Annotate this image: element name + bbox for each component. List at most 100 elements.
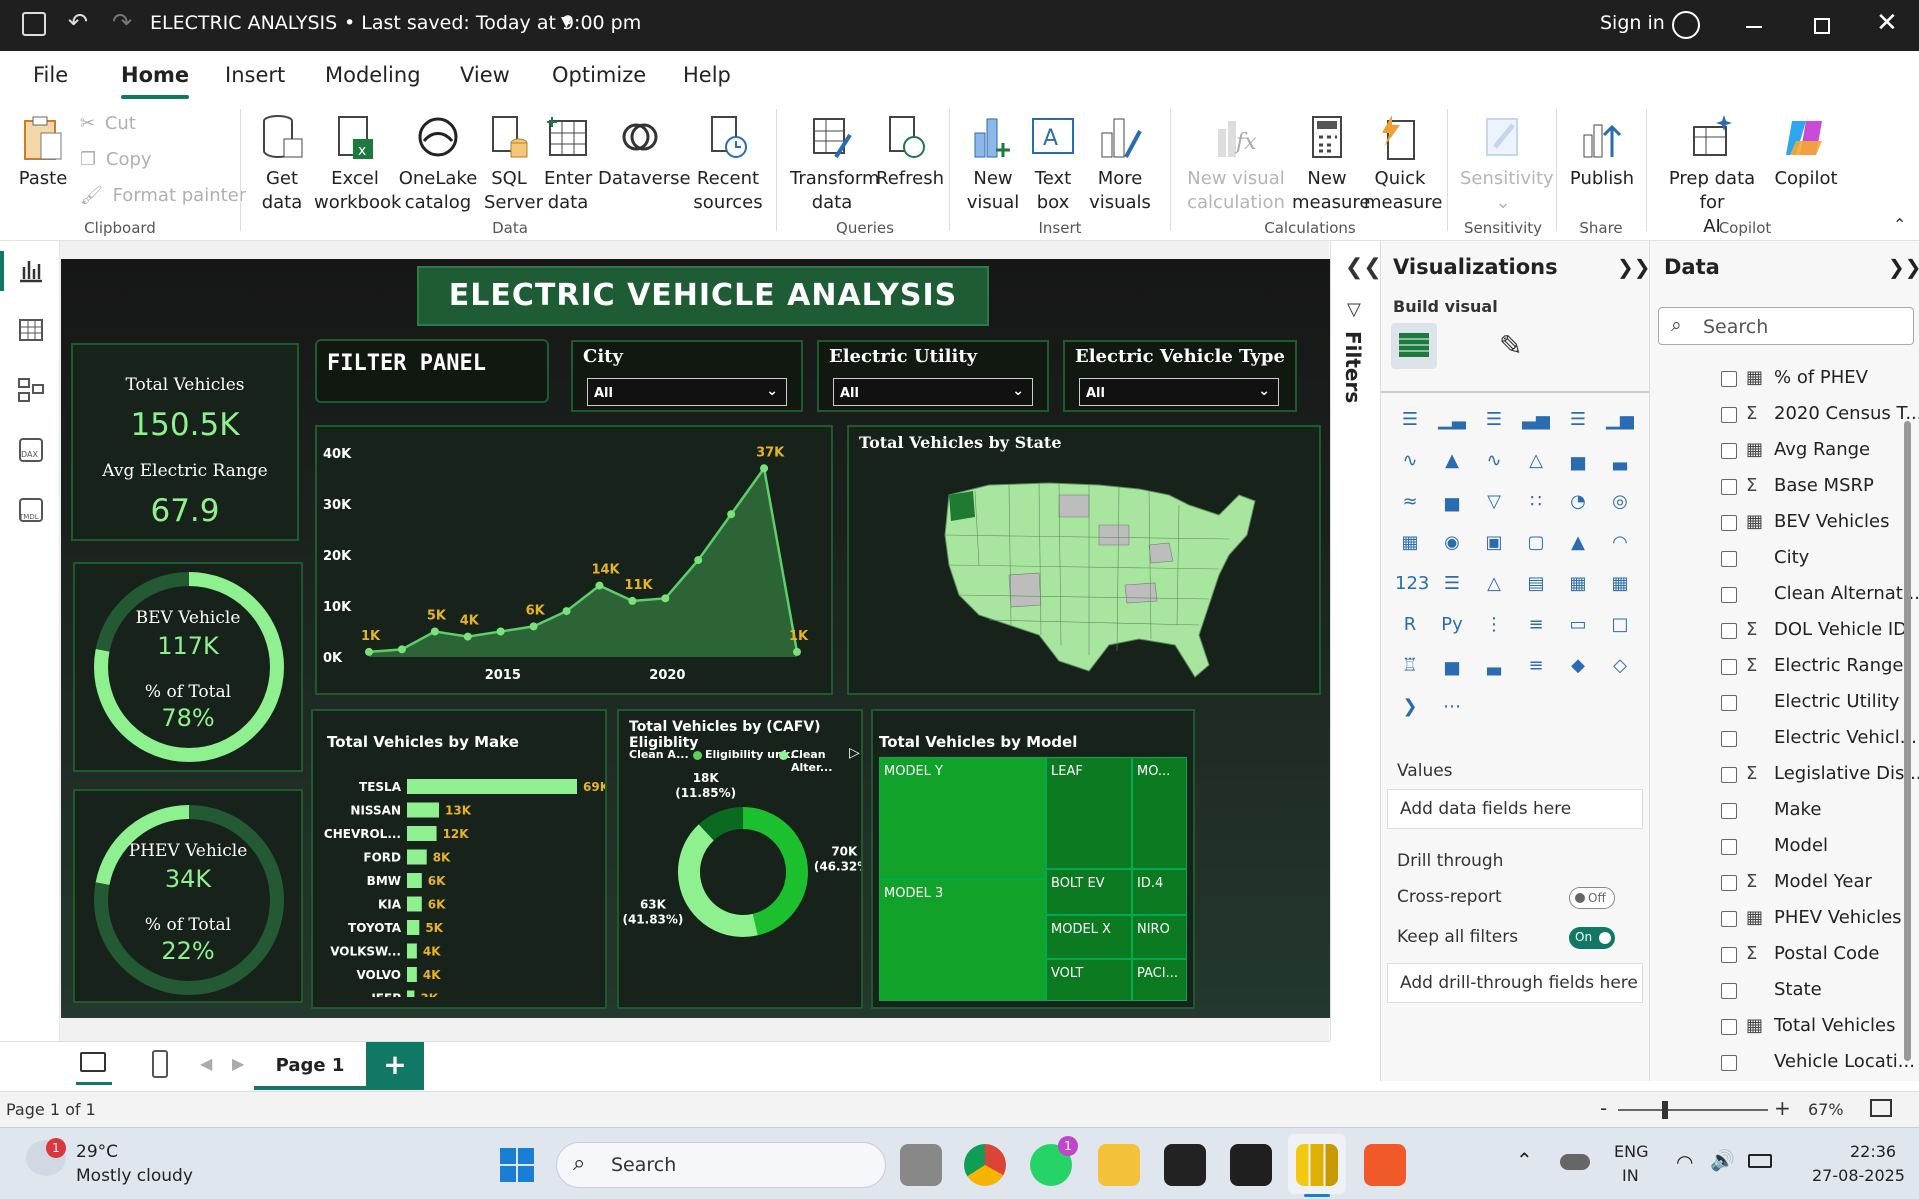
add-data-well[interactable]: Add data fields here (1387, 789, 1643, 829)
bar[interactable] (407, 873, 422, 888)
treemap-cell[interactable]: VOLT (1046, 959, 1132, 1001)
field-name[interactable]: BEV Vehicles (1774, 511, 1890, 532)
field-checkbox[interactable] (1721, 407, 1737, 423)
paste-button[interactable]: Paste (18, 113, 68, 191)
field-name[interactable]: Electric Utility (1774, 691, 1899, 712)
slicer-city-dropdown[interactable]: All ⌄ (587, 378, 787, 406)
visual-type-icon[interactable]: ▭ (1563, 610, 1593, 640)
model-view-icon[interactable] (16, 375, 46, 405)
bar[interactable] (407, 826, 437, 841)
field-checkbox[interactable] (1721, 1019, 1737, 1035)
minimize-icon[interactable] (1746, 26, 1762, 28)
undo-icon[interactable]: ↶ (68, 8, 88, 36)
prev-page-icon[interactable]: ◀ (200, 1054, 212, 1073)
sensitivity-button[interactable]: Sensitivity ⌄ (1460, 113, 1554, 215)
zoom-level[interactable]: 67% (1808, 1100, 1844, 1119)
dataverse-button[interactable]: Dataverse (598, 113, 691, 191)
field-name[interactable]: Legislative Dis... (1774, 763, 1919, 784)
visual-type-icon[interactable]: ▦ (1395, 528, 1425, 558)
battery-icon[interactable] (1748, 1154, 1772, 1168)
field-name[interactable]: PHEV Vehicles (1774, 907, 1902, 928)
field-name[interactable]: Vehicle Locati... (1774, 1051, 1915, 1072)
visual-type-icon[interactable]: ◆ (1563, 651, 1593, 681)
visual-type-icon[interactable]: ▃▅ (1521, 405, 1551, 435)
format-painter-button[interactable]: 🖌 Format painter (80, 185, 246, 206)
visual-type-icon[interactable]: ▽ (1479, 487, 1509, 517)
collapse-data-icon[interactable]: ❯❯ (1888, 255, 1919, 279)
field-checkbox[interactable] (1721, 731, 1737, 747)
bar[interactable] (407, 920, 420, 935)
zoom-in-button[interactable]: + (1774, 1096, 1791, 1120)
filters-label[interactable]: Filters (1341, 331, 1365, 403)
field-name[interactable]: Clean Alternat... (1774, 583, 1919, 604)
zoom-thumb[interactable] (1662, 1101, 1668, 1119)
field-name[interactable]: Electric Range (1774, 655, 1903, 676)
save-icon[interactable] (22, 12, 46, 36)
chrome-icon[interactable] (964, 1144, 1006, 1186)
windows-start-icon[interactable] (496, 1144, 538, 1186)
field-checkbox[interactable] (1721, 551, 1737, 567)
treemap-cell[interactable]: NIRO (1132, 915, 1187, 959)
refresh-button[interactable]: Refresh (876, 113, 944, 191)
visual-type-icon[interactable]: ≡ (1521, 610, 1551, 640)
add-drill-well[interactable]: Add drill-through fields here (1387, 963, 1643, 1003)
voice-app-icon[interactable] (1164, 1144, 1206, 1186)
visual-type-icon[interactable]: ⋮ (1479, 610, 1509, 640)
data-point[interactable] (496, 627, 505, 636)
field-name[interactable]: Avg Range (1774, 439, 1870, 460)
visual-type-icon[interactable]: ◇ (1605, 651, 1635, 681)
visual-type-icon[interactable]: ☰ (1395, 405, 1425, 435)
visual-type-icon[interactable]: △ (1521, 446, 1551, 476)
field-checkbox[interactable] (1721, 587, 1737, 603)
new-measure-button[interactable]: New measure (1292, 113, 1371, 215)
excel-workbook-button[interactable]: x Excel workbook (314, 113, 401, 215)
field-name[interactable]: City (1774, 547, 1809, 568)
page-tab-1[interactable]: Page 1 (254, 1042, 366, 1090)
bar[interactable] (407, 943, 417, 959)
field-checkbox[interactable] (1721, 839, 1737, 855)
visual-type-icon[interactable]: ≈ (1395, 487, 1425, 517)
cut-button[interactable]: ✂ Cut (80, 113, 136, 134)
treemap-cell[interactable]: LEAF (1046, 757, 1132, 869)
tray-chevron-icon[interactable]: ⌃ (1516, 1148, 1533, 1172)
visual-type-icon[interactable]: ▲ (1563, 528, 1593, 558)
quick-measure-button[interactable]: Quick measure (1364, 113, 1443, 215)
model-treemap-card[interactable]: Total Vehicles by Model MODEL Y LEAF MO.… (871, 709, 1195, 1009)
bev-gauge-card[interactable]: BEV Vehicle 117K % of Total 78% (73, 562, 303, 772)
next-page-icon[interactable]: ▶ (232, 1054, 244, 1073)
field-name[interactable]: Model (1774, 835, 1828, 856)
slicer-city[interactable]: City All ⌄ (571, 340, 803, 412)
language-top[interactable]: ENG (1614, 1142, 1648, 1161)
kpi-card[interactable]: Total Vehicles 150.5K Avg Electric Range… (71, 343, 299, 541)
collapse-ribbon-icon[interactable]: ⌃ (1893, 215, 1906, 234)
field-checkbox[interactable] (1721, 695, 1737, 711)
data-point[interactable] (760, 464, 769, 473)
phev-gauge-card[interactable]: PHEV Vehicle 34K % of Total 22% (73, 789, 303, 1003)
menu-help[interactable]: Help (683, 63, 731, 87)
sql-server-button[interactable]: SQL Server (484, 113, 543, 215)
field-checkbox[interactable] (1721, 767, 1737, 783)
field-name[interactable]: Electric Vehicl... (1774, 727, 1917, 748)
field-checkbox[interactable] (1721, 659, 1737, 675)
keep-filters-toggle[interactable]: On (1569, 927, 1615, 949)
legend-next-icon[interactable]: ▷ (849, 745, 860, 761)
bar[interactable] (407, 990, 415, 998)
field-name[interactable]: % of PHEV (1774, 367, 1868, 388)
dax-query-view-icon[interactable]: DAX (16, 435, 46, 465)
visual-type-icon[interactable]: ▃ (1479, 651, 1509, 681)
wifi-icon[interactable]: ◠ (1676, 1150, 1693, 1174)
data-point[interactable] (727, 510, 736, 519)
field-checkbox[interactable] (1721, 623, 1737, 639)
field-checkbox[interactable] (1721, 371, 1737, 387)
visual-type-icon[interactable]: ♖ (1395, 651, 1425, 681)
expand-filters-icon[interactable]: ❮❮ (1345, 255, 1382, 280)
visual-type-icon[interactable]: 123 (1395, 569, 1429, 599)
data-point[interactable] (628, 596, 637, 605)
data-point[interactable] (365, 647, 373, 656)
field-name[interactable]: Model Year (1774, 871, 1872, 892)
data-point[interactable] (661, 594, 670, 603)
slicer-utility-dropdown[interactable]: All ⌄ (833, 378, 1033, 406)
zoom-slider[interactable] (1618, 1101, 1768, 1119)
visual-type-icon[interactable]: ☰ (1479, 405, 1509, 435)
data-point[interactable] (793, 647, 801, 656)
